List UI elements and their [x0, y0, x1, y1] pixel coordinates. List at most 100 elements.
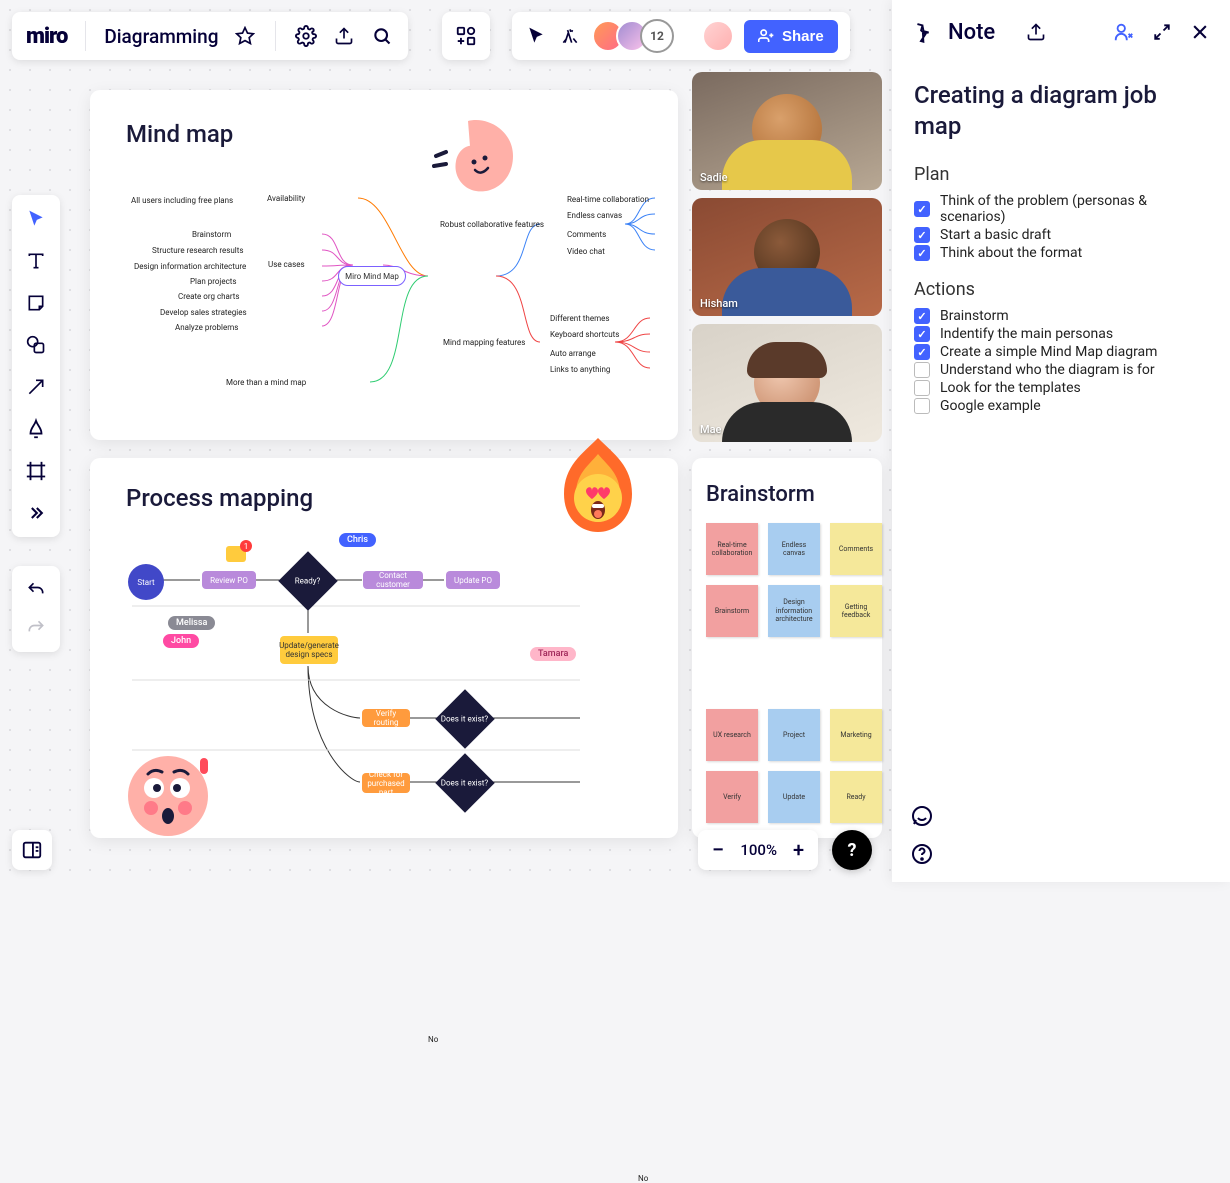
redo-icon[interactable] [22, 614, 50, 642]
chat-icon[interactable] [910, 804, 934, 828]
mindmap-node[interactable]: Robust collaborative features [440, 220, 544, 229]
mindmap-node[interactable]: Develop sales strategies [160, 308, 247, 317]
checkbox[interactable] [914, 326, 930, 342]
checklist-item[interactable]: Understand who the diagram is for [914, 362, 1208, 378]
checkbox[interactable] [914, 227, 930, 243]
participant-avatars[interactable]: 12 [592, 19, 674, 53]
mindmap-node[interactable]: Create org charts [178, 292, 240, 301]
help-icon[interactable] [910, 842, 934, 866]
mindmap-node[interactable]: Links to anything [550, 365, 610, 374]
process-node[interactable]: Verify routing [362, 709, 410, 727]
mindmap-node[interactable]: Availability [267, 194, 305, 203]
arrow-tool-icon[interactable] [22, 373, 50, 401]
checklist-item[interactable]: Look for the templates [914, 380, 1208, 396]
mindmap-node[interactable]: More than a mind map [226, 378, 306, 387]
checkbox[interactable] [914, 380, 930, 396]
sticky-note[interactable]: Ready [830, 771, 882, 823]
process-node[interactable]: Review PO [202, 571, 256, 589]
more-tools-icon[interactable] [22, 499, 50, 527]
checkbox[interactable] [914, 245, 930, 261]
process-start-node[interactable]: Start [128, 564, 164, 600]
pin-icon[interactable] [910, 20, 934, 44]
sticky-note[interactable]: Marketing [830, 709, 882, 761]
checklist-item[interactable]: Brainstorm [914, 308, 1208, 324]
brainstorm-frame[interactable]: Brainstorm Real-time collaborationEndles… [692, 458, 882, 838]
sticky-note[interactable]: Verify [706, 771, 758, 823]
zoom-out-button[interactable]: − [712, 838, 724, 863]
sticky-note[interactable]: Comments [830, 523, 882, 575]
process-node[interactable]: Check for purchased part [362, 773, 410, 793]
sticky-note[interactable]: Endless canvas [768, 523, 820, 575]
share-button[interactable]: Share [744, 20, 838, 53]
panel-toggle-button[interactable] [12, 830, 52, 870]
checkbox[interactable] [914, 344, 930, 360]
sticky-note[interactable]: Project [768, 709, 820, 761]
frame-tool-icon[interactable] [22, 457, 50, 485]
zoom-level[interactable]: 100% [740, 841, 777, 859]
mindmap-node[interactable]: Analyze problems [175, 323, 238, 332]
undo-icon[interactable] [22, 576, 50, 604]
collaborator-add-icon[interactable] [1112, 20, 1136, 44]
checklist-item[interactable]: Start a basic draft [914, 227, 1208, 243]
process-node[interactable]: Update/generate design specs [280, 636, 338, 664]
shape-tool-icon[interactable] [22, 331, 50, 359]
help-fab[interactable]: ? [832, 830, 872, 870]
cursor-icon[interactable] [524, 24, 548, 48]
sticky-note[interactable]: UX research [706, 709, 758, 761]
mindmap-node[interactable]: Real-time collaboration [567, 195, 649, 204]
mindmap-node[interactable]: Design information architecture [134, 262, 246, 271]
process-node[interactable]: Contact customer [363, 571, 423, 589]
comment-indicator[interactable]: 1 [226, 546, 246, 562]
board-title[interactable]: Diagramming [104, 25, 218, 48]
video-tile[interactable]: Mae [692, 324, 882, 442]
surprised-face-sticker[interactable] [124, 752, 212, 840]
mindmap-node[interactable]: Keyboard shortcuts [550, 330, 619, 339]
note-export-icon[interactable] [1024, 20, 1048, 44]
mindmap-node[interactable]: Different themes [550, 314, 609, 323]
checklist-item[interactable]: Create a simple Mind Map diagram [914, 344, 1208, 360]
sticky-note[interactable]: Brainstorm [706, 585, 758, 637]
mindmap-node[interactable]: Endless canvas [567, 211, 622, 220]
avatar-self[interactable] [702, 20, 734, 52]
mindmap-node[interactable]: Video chat [567, 247, 605, 256]
close-icon[interactable] [1188, 20, 1212, 44]
pen-tool-icon[interactable] [22, 415, 50, 443]
sticky-note[interactable]: Getting feedback [830, 585, 882, 637]
mindmap-node[interactable]: Brainstorm [192, 230, 231, 239]
checkbox[interactable] [914, 362, 930, 378]
sticky-note[interactable]: Real-time collaboration [706, 523, 758, 575]
fire-heart-eyes-sticker[interactable] [554, 436, 642, 536]
note-tab-label[interactable]: Note [948, 20, 995, 45]
mindmap-node[interactable]: Mind mapping features [443, 338, 525, 347]
mindmap-center-node[interactable]: Miro Mind Map [338, 266, 406, 286]
search-icon[interactable] [370, 24, 394, 48]
checkbox[interactable] [914, 398, 930, 414]
video-tile[interactable]: Sadie [692, 72, 882, 190]
export-icon[interactable] [332, 24, 356, 48]
checkbox[interactable] [914, 201, 930, 217]
expand-icon[interactable] [1150, 20, 1174, 44]
video-tile[interactable]: Hisham [692, 198, 882, 316]
mindmap-node[interactable]: Structure research results [152, 246, 244, 255]
checklist-item[interactable]: Think about the format [914, 245, 1208, 261]
sticky-note[interactable]: Update [768, 771, 820, 823]
checkbox[interactable] [914, 308, 930, 324]
checklist-item[interactable]: Indentify the main personas [914, 326, 1208, 342]
ok-hand-sticker[interactable] [428, 106, 528, 206]
mindmap-node[interactable]: All users including free plans [131, 196, 233, 205]
mindmap-node[interactable]: Auto arrange [550, 349, 596, 358]
mindmap-node[interactable]: Comments [567, 230, 606, 239]
miro-logo[interactable]: miro [26, 24, 67, 49]
star-icon[interactable] [233, 24, 257, 48]
select-tool-icon[interactable] [22, 205, 50, 233]
checklist-item[interactable]: Think of the problem (personas & scenari… [914, 193, 1208, 225]
reactions-icon[interactable] [558, 24, 582, 48]
settings-icon[interactable] [294, 24, 318, 48]
mindmap-node[interactable]: Plan projects [190, 277, 237, 286]
process-node[interactable]: Update PO [446, 571, 500, 589]
text-tool-icon[interactable] [22, 247, 50, 275]
participant-count[interactable]: 12 [640, 19, 674, 53]
apps-icon[interactable] [454, 24, 478, 48]
sticky-note[interactable]: Design information architecture [768, 585, 820, 637]
checklist-item[interactable]: Google example [914, 398, 1208, 414]
